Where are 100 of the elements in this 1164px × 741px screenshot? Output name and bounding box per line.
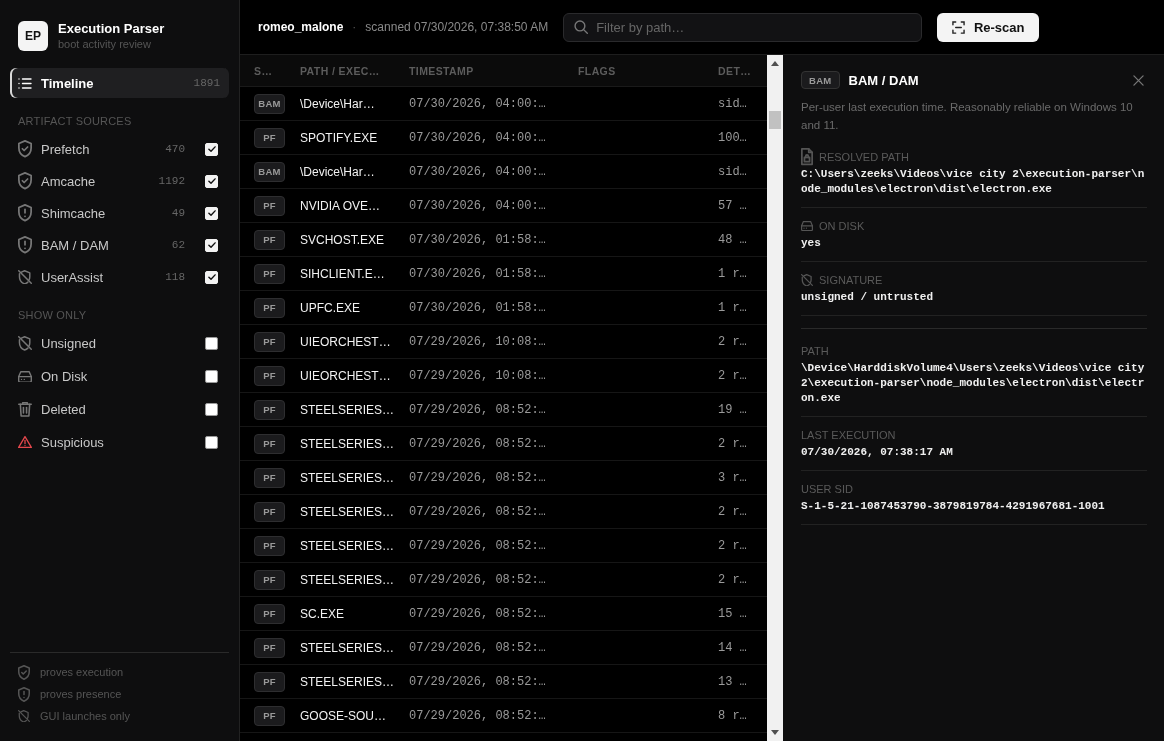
scan-time: scanned 07/30/2026, 07:38:50 AM [365, 20, 549, 34]
path-cell-text: STEELSERIES… [300, 640, 396, 655]
checkbox[interactable] [205, 337, 218, 350]
user-name: romeo_malone [258, 20, 344, 34]
field-value: C:\Users\zeeks\Videos\vice city 2\execution-parser\node_modules\electron\dist\electron.exe [801, 167, 1146, 197]
count-label: 49 [171, 207, 185, 219]
source-badge: PF [254, 671, 285, 692]
close-button[interactable] [1133, 74, 1144, 86]
section-heading: ARTIFACT SOURCES [17, 114, 133, 128]
timestamp-cell-text: 07/29/2026, 08:52:… [409, 402, 547, 417]
details-cell-text: 2 r… [718, 538, 748, 553]
details-cell-text: 2 r… [718, 504, 748, 519]
field-label: RESOLVED PATH [819, 151, 909, 163]
shield-alert-icon [18, 236, 32, 254]
shield-off-icon [18, 336, 32, 351]
shield-check-icon [18, 664, 30, 680]
details-cell-text: sid… [718, 96, 748, 111]
checkbox[interactable] [205, 403, 218, 416]
timestamp-cell-text: 07/30/2026, 04:00:… [409, 96, 547, 111]
path-cell-text: STEELSERIES… [300, 538, 396, 553]
path-cell-text: STEELSERIES… [300, 572, 396, 587]
field-value: 07/30/2026, 07:38:17 AM [801, 445, 954, 460]
source-badge: PF [254, 467, 285, 488]
field-value: \Device\HarddiskVolume4\Users\zeeks\Videos\vice city 2\execution-parser\node_modules\electron\dist\electron.exe [801, 361, 1146, 406]
timestamp-cell-text: 07/29/2026, 08:52:… [409, 470, 547, 485]
details-cell-text: 57 … [718, 198, 748, 213]
count-label: 62 [171, 239, 185, 251]
column-header: S… [254, 64, 274, 77]
count-label: 1192 [158, 175, 185, 187]
app-title: Execution Parser [58, 21, 165, 37]
timestamp-cell-text: 07/30/2026, 01:58:… [409, 300, 547, 315]
source-badge: PF [254, 365, 285, 386]
details-cell-text: 2 r… [718, 368, 748, 383]
filter-label: On Disk [41, 369, 89, 384]
timestamp-cell-text: 07/30/2026, 04:00:… [409, 130, 547, 145]
path-cell-text: STEELSERIES… [300, 470, 396, 485]
source-badge: PF [254, 195, 285, 216]
warning-icon [18, 436, 32, 449]
rescan-button[interactable]: Re-scan [937, 12, 1040, 42]
details-cell-text: 2 r… [718, 436, 748, 451]
checkbox[interactable] [205, 370, 218, 383]
path-cell-text: UPFC.EXE [300, 300, 361, 315]
column-header: DET… [718, 64, 753, 77]
source-badge: PF [254, 569, 285, 590]
timestamp-cell-text: 07/30/2026, 01:58:… [409, 232, 547, 247]
section-heading: SHOW ONLY [17, 308, 88, 322]
source-badge: PF [254, 637, 285, 658]
field-value: S-1-5-21-1087453790-3879819784-4291967681-1001 [801, 499, 1106, 514]
source-badge: PF [254, 127, 285, 148]
detail-description: Per-user last execution time. Reasonably reliable on Windows 10 and 11. [801, 100, 1134, 133]
details-cell-text: 3 r… [718, 470, 748, 485]
details-cell-text: 19 … [718, 402, 748, 417]
source-badge: PF [254, 603, 285, 624]
path-cell-text: STEELSERIES… [300, 436, 396, 451]
checkbox[interactable] [205, 436, 218, 449]
scrollbar-thumb[interactable] [769, 111, 781, 129]
field-label: USER SID [801, 483, 853, 495]
details-cell-text: 8 r… [718, 708, 748, 723]
search-field[interactable]: Filter by path… [563, 12, 923, 42]
column-header: TIMESTAMP [409, 64, 475, 77]
check-icon [207, 241, 216, 249]
path-cell-text: UIEORCHEST… [300, 368, 392, 383]
check-icon [207, 145, 216, 153]
legend-label: proves presence [40, 688, 122, 700]
field-label: ON DISK [819, 220, 865, 232]
nav-item[interactable]: Timeline 1891 [10, 68, 229, 98]
path-cell-text: UIEORCHEST… [300, 334, 392, 349]
details-cell-text: 1 r… [718, 300, 748, 315]
filter-label: Deleted [41, 402, 87, 417]
timestamp-cell-text: 07/30/2026, 04:00:… [409, 198, 547, 213]
details-cell-text: 14 … [718, 640, 748, 655]
timestamp-cell-text: 07/30/2026, 01:58:… [409, 266, 547, 281]
scan-icon [951, 20, 965, 34]
check-icon [207, 273, 216, 281]
timestamp-cell-text: 07/29/2026, 08:52:… [409, 504, 547, 519]
details-cell-text: sid… [718, 164, 748, 179]
check-icon [207, 209, 216, 217]
path-cell-text: \Device\Har… [300, 96, 376, 111]
source-badge: BAM [254, 93, 285, 114]
caret-down-icon[interactable] [771, 730, 779, 735]
field-label: LAST EXECUTION [801, 429, 896, 441]
timestamp-cell-text: 07/29/2026, 10:08:… [409, 334, 547, 349]
drive-icon [801, 220, 813, 232]
filter-label: Unsigned [41, 336, 97, 351]
app-subtitle: boot activity review [58, 37, 152, 51]
close-icon [1133, 74, 1144, 86]
source-badge: PF [254, 229, 285, 250]
details-cell-text: 13 … [718, 674, 748, 689]
caret-up-icon[interactable] [771, 61, 779, 66]
timestamp-cell-text: 07/29/2026, 08:52:… [409, 572, 547, 587]
source-badge: BAM [801, 71, 840, 89]
field-value: yes [801, 236, 822, 251]
separator-dot: · [352, 20, 357, 34]
trash-icon [18, 402, 32, 417]
details-cell-text: 2 r… [718, 334, 748, 349]
source-label: UserAssist [41, 269, 105, 285]
source-badge: PF [254, 501, 285, 522]
shield-off-icon [18, 269, 32, 285]
app-logo: EP [18, 21, 48, 51]
timestamp-cell-text: 07/30/2026, 04:00:… [409, 164, 547, 179]
